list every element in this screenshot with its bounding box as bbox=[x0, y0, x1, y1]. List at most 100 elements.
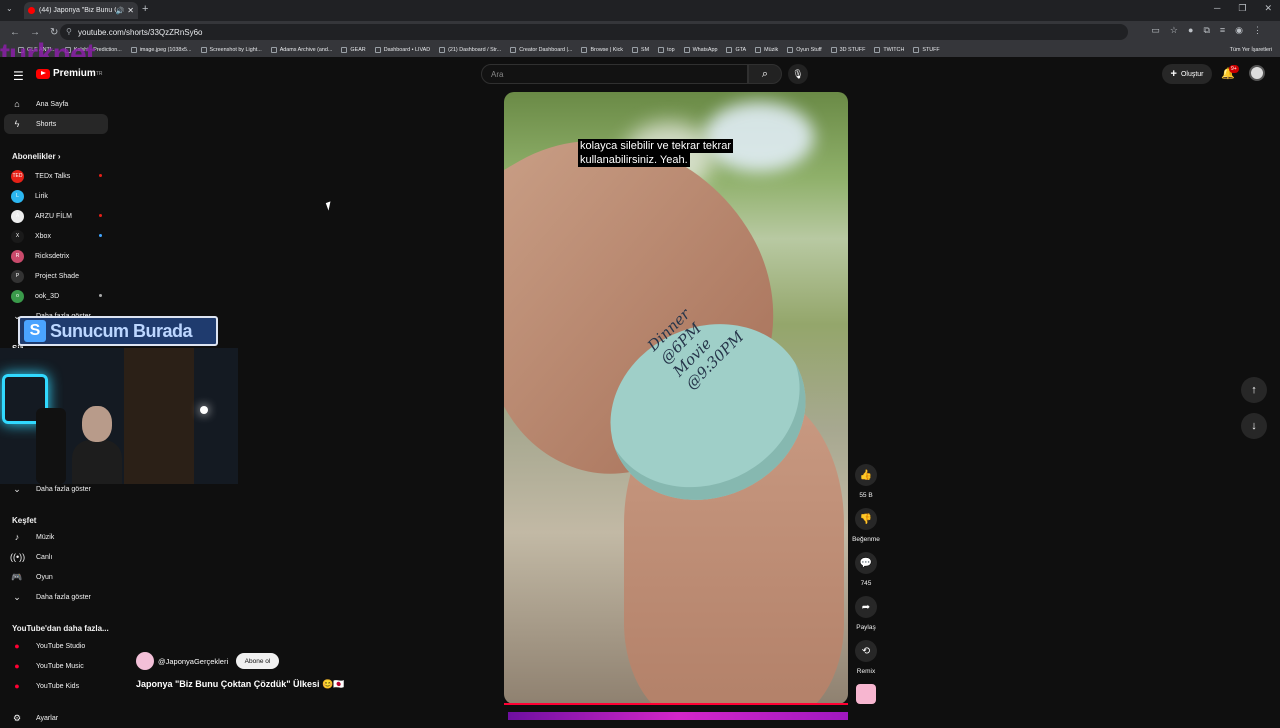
dislike-action[interactable]: 👎 Beğenme bbox=[846, 508, 886, 543]
bookmark-item[interactable]: GEAR bbox=[341, 47, 366, 53]
like-action[interactable]: 👍 55 B bbox=[846, 464, 886, 499]
search-input[interactable]: Ara bbox=[481, 64, 748, 84]
sidebar-item-label: Daha fazla göster bbox=[36, 485, 91, 493]
new-tab-button[interactable]: + bbox=[142, 3, 148, 15]
close-window-icon[interactable]: ✕ bbox=[1264, 3, 1272, 14]
bookmark-item[interactable]: TWITCH bbox=[874, 47, 904, 53]
bookmark-item[interactable]: Müzik bbox=[755, 47, 778, 53]
remix-action[interactable]: ⟲ Remix bbox=[846, 640, 886, 675]
like-count: 55 B bbox=[859, 492, 873, 499]
account-avatar[interactable] bbox=[1249, 65, 1265, 81]
sidebar-item-settings[interactable]: ⚙ Ayarlar bbox=[4, 708, 108, 728]
cast-icon[interactable]: ▭ bbox=[1151, 25, 1160, 36]
youtube-kids-icon: ● bbox=[14, 681, 20, 691]
channel-avatar-icon: TED bbox=[11, 169, 24, 183]
youtube-logo[interactable]: Premium TR bbox=[36, 68, 102, 79]
bookmark-item[interactable]: (21) Dashboard / Str... bbox=[439, 47, 501, 53]
search-button[interactable]: ⌕ bbox=[748, 64, 782, 84]
extensions-puzzle-icon[interactable]: ⧉ bbox=[1203, 25, 1209, 36]
site-info-icon[interactable]: ⚲ bbox=[66, 27, 72, 36]
thumbs-down-icon[interactable]: 👎 bbox=[855, 508, 877, 530]
bookmark-item[interactable]: SM bbox=[632, 47, 649, 53]
remix-icon[interactable]: ⟲ bbox=[855, 640, 877, 662]
audio-thumbnail[interactable] bbox=[856, 684, 876, 704]
bookmark-item[interactable]: image.jpeg (1038x5... bbox=[130, 47, 192, 53]
subscription-label: Ricksdetrix bbox=[35, 252, 70, 260]
sidebar-item-youtube-kids[interactable]: ● YouTube Kids bbox=[4, 676, 108, 696]
bookmark-label: Oyun Stuff bbox=[796, 47, 822, 53]
tab-search-icon[interactable]: ⌄ bbox=[6, 4, 13, 13]
video-progress-bar[interactable] bbox=[504, 703, 848, 705]
sidebar-item-shorts[interactable]: ϟ Shorts bbox=[4, 114, 108, 134]
browser-tab-active[interactable]: (44) Japonya "Biz Bunu Çöz 🔊 ✕ bbox=[24, 2, 138, 19]
next-short-button[interactable]: ↓ bbox=[1241, 413, 1267, 439]
bookmark-item[interactable]: WhatsApp bbox=[683, 47, 717, 53]
share-action[interactable]: ➦ Paylaş bbox=[846, 596, 886, 631]
bookmark-item[interactable]: Oyun Stuff bbox=[787, 47, 822, 53]
gear-icon: ⚙ bbox=[12, 712, 22, 723]
share-arrow-icon[interactable]: ➦ bbox=[855, 596, 877, 618]
hamburger-menu-icon[interactable]: ☰ bbox=[13, 69, 24, 83]
sidebar-subscription[interactable]: o ook_3D bbox=[4, 286, 108, 306]
bookmark-item[interactable]: 3D STUFF bbox=[830, 47, 865, 53]
channel-avatar[interactable] bbox=[136, 652, 154, 670]
voice-search-button[interactable]: 🎙 bbox=[788, 64, 808, 84]
sidebar-subscription[interactable]: X Xbox bbox=[4, 226, 108, 246]
bookmark-star-icon[interactable]: ☆ bbox=[1170, 25, 1178, 36]
sidebar-subscription[interactable]: R Ricksdetrix bbox=[4, 246, 108, 266]
bookmark-label: Adams Archive (and... bbox=[279, 47, 333, 53]
subscriptions-header[interactable]: Abonelikler › bbox=[12, 152, 60, 161]
thumbs-up-icon[interactable]: 👍 bbox=[855, 464, 877, 486]
bookmark-favicon-icon bbox=[341, 47, 348, 53]
shorts-video-player[interactable]: Dinner @6PM Movie @9:30PM kolayca silebi… bbox=[504, 92, 848, 704]
create-button[interactable]: + Oluştur bbox=[1162, 64, 1212, 84]
sidebar-item-home[interactable]: ⌂ Ana Sayfa bbox=[4, 94, 108, 114]
url-text: youtube.com/shorts/33QzZRnSy6o bbox=[78, 27, 203, 37]
sidebar-item-gaming[interactable]: 🎮 Oyun bbox=[4, 567, 108, 587]
previous-short-button[interactable]: ↑ bbox=[1241, 377, 1267, 403]
bookmark-item[interactable]: top bbox=[658, 47, 675, 53]
short-title[interactable]: Japonya "Biz Bunu Çoktan Çözdük" Ülkesi … bbox=[136, 679, 344, 690]
bookmark-item[interactable]: Dashboard • LIVAD bbox=[374, 47, 430, 53]
channel-avatar-icon: o bbox=[11, 289, 24, 303]
menu-dots-icon[interactable]: ⋮ bbox=[1253, 25, 1262, 36]
restore-icon[interactable]: ❐ bbox=[1238, 3, 1246, 14]
sidebar-subscription[interactable]: L Lirik bbox=[4, 186, 108, 206]
address-bar[interactable]: ⚲ youtube.com/shorts/33QzZRnSy6o bbox=[60, 24, 1128, 40]
sidebar-subscription[interactable]: P Project Shade bbox=[4, 266, 108, 286]
sidebar-subscription[interactable]: A ARZU FİLM bbox=[4, 206, 108, 226]
minimize-icon[interactable]: ─ bbox=[1214, 3, 1220, 14]
profile-icon[interactable]: ◉ bbox=[1235, 25, 1243, 36]
show-more-explore[interactable]: ⌄ Daha fazla göster bbox=[4, 587, 108, 607]
channel-avatar-icon: A bbox=[11, 209, 24, 223]
background-lamp bbox=[200, 406, 208, 414]
sidebar-subscription[interactable]: TED TEDx Talks bbox=[4, 166, 108, 186]
forward-icon[interactable]: → bbox=[30, 27, 40, 38]
reload-icon[interactable]: ↻ bbox=[50, 27, 58, 38]
bookmark-item[interactable]: GTA bbox=[726, 47, 746, 53]
media-icon[interactable]: ≡ bbox=[1220, 25, 1225, 36]
back-icon[interactable]: ← bbox=[10, 27, 20, 38]
subscription-label: Project Shade bbox=[35, 272, 79, 280]
subscription-label: TEDx Talks bbox=[35, 172, 71, 180]
comments-action[interactable]: 💬 745 bbox=[846, 552, 886, 587]
sound-thumbnail[interactable] bbox=[846, 684, 886, 704]
bookmark-item[interactable]: STUFF bbox=[913, 47, 940, 53]
audio-icon[interactable]: 🔊 bbox=[116, 7, 125, 15]
all-bookmarks[interactable]: Tüm Yer İşaretleri bbox=[1230, 47, 1272, 53]
comment-icon[interactable]: 💬 bbox=[855, 552, 877, 574]
channel-name[interactable]: @JaponyaGerçekleri bbox=[158, 657, 228, 666]
bookmark-item[interactable]: Browse | Kick bbox=[581, 47, 623, 53]
bookmark-item[interactable]: Adams Archive (and... bbox=[270, 47, 333, 53]
bookmark-label: (21) Dashboard / Str... bbox=[448, 47, 502, 53]
sidebar-item-live[interactable]: ((•)) Canlı bbox=[4, 547, 108, 567]
bookmark-item[interactable]: Creator Dashboard |... bbox=[510, 47, 572, 53]
bookmark-item[interactable]: Screenshot by Light... bbox=[200, 47, 262, 53]
sidebar-item-youtube-studio[interactable]: ● YouTube Studio bbox=[4, 636, 108, 656]
extension-icon[interactable]: ● bbox=[1188, 25, 1193, 36]
sidebar-item-youtube-music[interactable]: ● YouTube Music bbox=[4, 656, 108, 676]
mic-icon: 🎙 bbox=[792, 68, 804, 79]
sidebar-item-music[interactable]: ♪ Müzik bbox=[4, 527, 108, 547]
close-tab-icon[interactable]: ✕ bbox=[127, 6, 134, 15]
subscribe-button[interactable]: Abone ol bbox=[236, 653, 279, 669]
